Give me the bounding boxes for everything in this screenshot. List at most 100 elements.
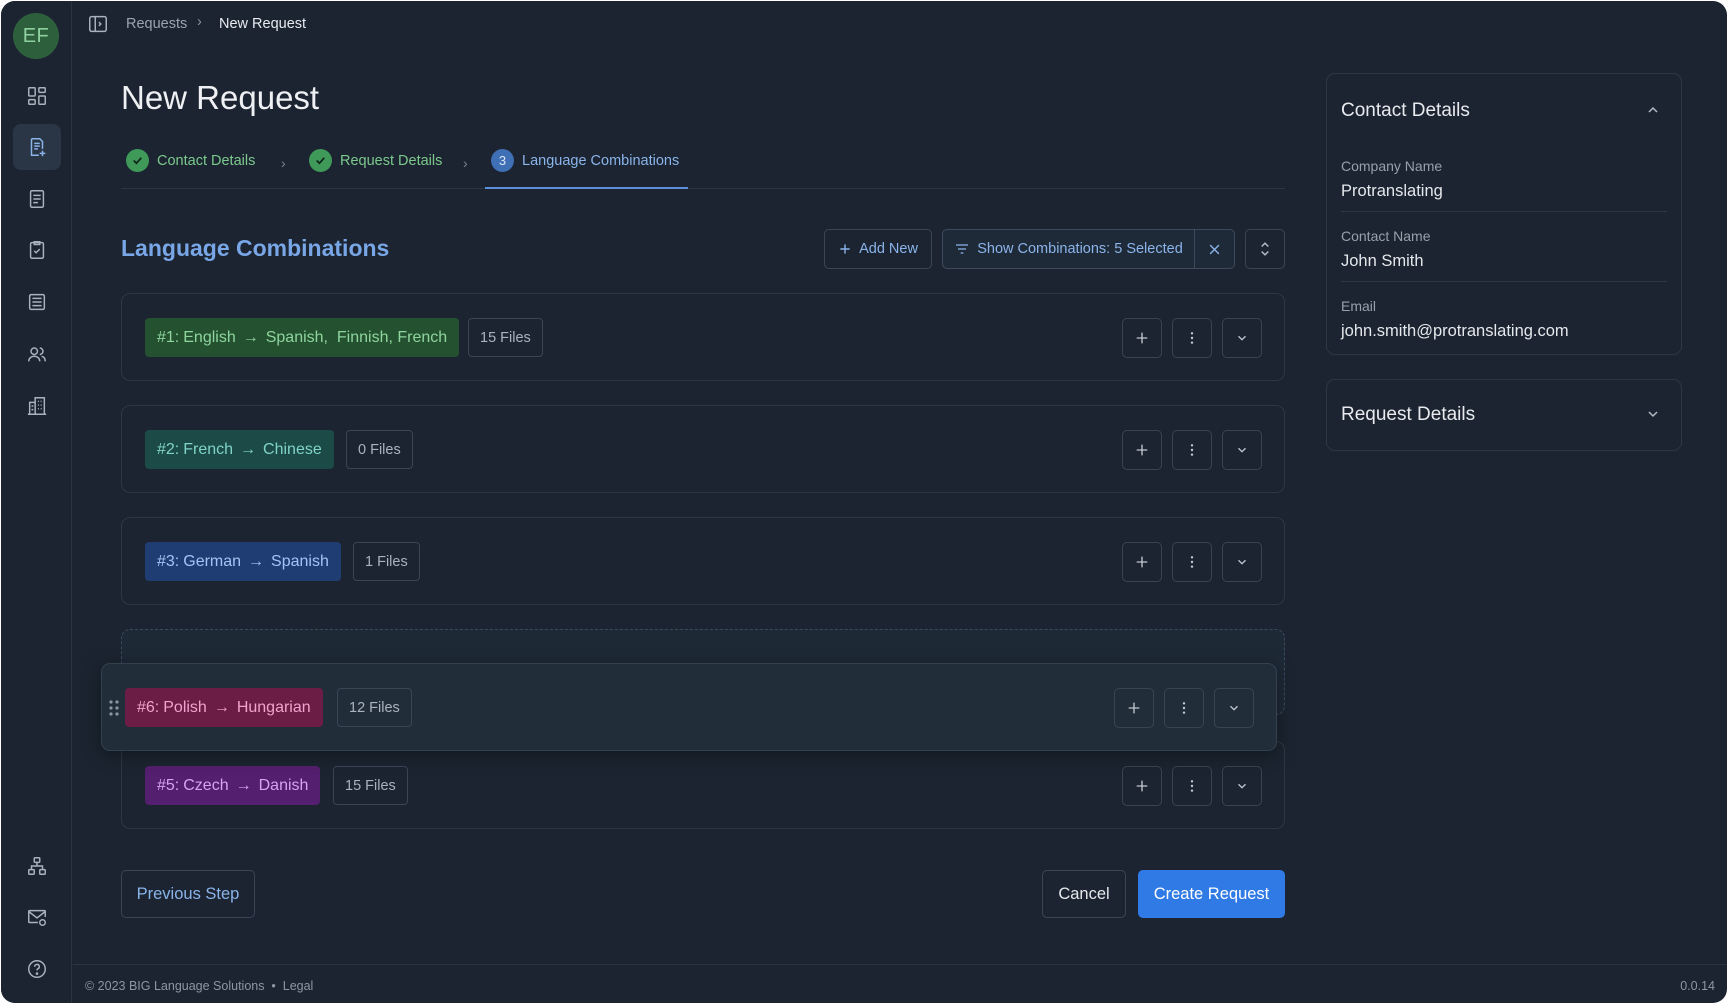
plus-icon xyxy=(1128,702,1140,714)
footer: © 2023 BIG Language Solutions • Legal 0.… xyxy=(73,964,1727,1003)
document-plus-icon xyxy=(30,138,46,157)
chevron-down-icon xyxy=(1238,559,1246,565)
breadcrumb-requests[interactable]: Requests xyxy=(126,16,187,32)
expand-button[interactable] xyxy=(1222,430,1262,470)
chevron-up-icon[interactable] xyxy=(1645,102,1661,118)
tasks-nav-button[interactable] xyxy=(13,227,61,273)
stepper: Contact Details › Request Details › 3 La… xyxy=(121,147,1285,189)
expand-button[interactable] xyxy=(1214,688,1254,728)
dashboard-icon xyxy=(28,87,46,105)
more-options-button[interactable] xyxy=(1172,766,1212,806)
arrow-right-icon: → xyxy=(235,776,252,794)
top-bar: Requests › New Request xyxy=(73,1,1727,47)
more-vertical-icon xyxy=(1190,332,1194,344)
combination-targets: Danish xyxy=(258,776,309,794)
combination-prefix: #6: xyxy=(137,698,160,716)
list-nav-button[interactable] xyxy=(13,279,61,325)
more-options-button[interactable] xyxy=(1172,318,1212,358)
files-count-badge: 15 Files xyxy=(333,766,408,805)
contact-name-field: Contact Name John Smith xyxy=(1341,228,1667,271)
breadcrumb-separator: › xyxy=(197,14,202,30)
step-language-combinations[interactable]: 3 Language Combinations xyxy=(491,149,679,172)
more-vertical-icon xyxy=(1190,444,1194,456)
combination-prefix: #1: xyxy=(157,328,180,346)
clipboard-check-icon xyxy=(29,241,45,259)
clear-filter-button[interactable] xyxy=(1194,229,1235,269)
step-label: Request Details xyxy=(340,152,443,169)
help-icon xyxy=(28,960,46,978)
combination-targets: Spanish xyxy=(271,552,329,570)
files-count-badge: 15 Files xyxy=(468,318,543,357)
more-options-button[interactable] xyxy=(1172,542,1212,582)
sort-button[interactable] xyxy=(1245,229,1285,269)
previous-step-button[interactable]: Previous Step xyxy=(121,870,255,918)
add-files-button[interactable] xyxy=(1114,688,1154,728)
more-options-button[interactable] xyxy=(1164,688,1204,728)
add-files-button[interactable] xyxy=(1122,766,1162,806)
combination-card-6-dragging[interactable]: #6: Polish → Hungarian 12 Files xyxy=(101,663,1277,751)
help-nav-button[interactable] xyxy=(13,946,61,992)
field-label: Email xyxy=(1341,298,1377,314)
contact-details-panel: Contact Details Company Name Protranslat… xyxy=(1326,73,1682,355)
avatar[interactable]: EF xyxy=(13,13,59,59)
card-actions xyxy=(1122,766,1262,806)
mail-settings-nav-button[interactable] xyxy=(13,894,61,940)
chevron-down-icon xyxy=(1230,705,1238,711)
chevron-down-icon xyxy=(1238,783,1246,789)
combination-card-2[interactable]: #2: French → Chinese 0 Files xyxy=(121,405,1285,493)
files-count-badge: 1 Files xyxy=(353,542,420,581)
workflow-nav-button[interactable] xyxy=(13,843,61,889)
dashboard-nav-button[interactable] xyxy=(13,73,61,119)
card-actions xyxy=(1122,430,1262,470)
close-icon xyxy=(1209,244,1220,254)
combination-tag: #2: French → Chinese xyxy=(145,430,334,469)
step-request-details[interactable]: Request Details xyxy=(309,149,442,172)
show-combinations-filter[interactable]: Show Combinations: 5 Selected xyxy=(942,229,1195,269)
chevron-up-down-icon xyxy=(1261,242,1269,256)
expand-button[interactable] xyxy=(1222,318,1262,358)
arrow-right-icon: → xyxy=(240,440,257,458)
arrow-right-icon: → xyxy=(242,328,259,346)
chevron-down-icon[interactable] xyxy=(1645,406,1661,422)
add-files-button[interactable] xyxy=(1122,430,1162,470)
field-value: john.smith@protranslating.com xyxy=(1341,322,1569,340)
more-options-button[interactable] xyxy=(1172,430,1212,470)
combination-card-5[interactable]: #5: Czech → Danish 15 Files xyxy=(121,741,1285,829)
drag-handle-icon[interactable] xyxy=(108,698,120,718)
combination-card-1[interactable]: #1: English → Spanish, Finnish, French 1… xyxy=(121,293,1285,381)
combination-tag: #5: Czech → Danish xyxy=(145,766,321,805)
side-rail: EF xyxy=(1,1,72,1003)
section-title: Language Combinations xyxy=(121,235,390,261)
chevron-down-icon xyxy=(1238,335,1246,341)
add-new-button[interactable]: Add New xyxy=(824,229,932,269)
request-details-panel[interactable]: Request Details xyxy=(1326,379,1682,451)
new-request-nav-button[interactable] xyxy=(13,124,61,170)
combination-card-3[interactable]: #3: German → Spanish 1 Files xyxy=(121,517,1285,605)
chevron-right-icon: › xyxy=(281,155,286,171)
chevron-right-icon: › xyxy=(463,155,468,171)
hierarchy-icon xyxy=(28,857,46,875)
arrow-right-icon: → xyxy=(213,698,230,716)
add-files-button[interactable] xyxy=(1122,318,1162,358)
users-nav-button[interactable] xyxy=(13,331,61,377)
documents-nav-button[interactable] xyxy=(13,176,61,222)
combination-source: German xyxy=(183,552,242,570)
expand-button[interactable] xyxy=(1222,766,1262,806)
more-vertical-icon xyxy=(1190,780,1194,792)
sidebar-toggle-icon[interactable] xyxy=(87,13,109,35)
files-count-badge: 0 Files xyxy=(346,430,413,469)
version-text: 0.0.14 xyxy=(1680,979,1715,993)
combination-targets: Hungarian xyxy=(236,698,311,716)
add-new-label: Add New xyxy=(859,241,918,257)
combination-prefix: #2: xyxy=(157,440,180,458)
expand-button[interactable] xyxy=(1222,542,1262,582)
cancel-button[interactable]: Cancel xyxy=(1042,870,1126,918)
field-label: Company Name xyxy=(1341,158,1443,174)
step-contact-details[interactable]: Contact Details xyxy=(126,149,255,172)
divider xyxy=(1341,281,1667,282)
combination-tag: #6: Polish → Hungarian xyxy=(125,688,323,727)
create-request-button[interactable]: Create Request xyxy=(1138,870,1285,918)
add-files-button[interactable] xyxy=(1122,542,1162,582)
company-name-field: Company Name Protranslating xyxy=(1341,158,1667,201)
companies-nav-button[interactable] xyxy=(13,383,61,429)
